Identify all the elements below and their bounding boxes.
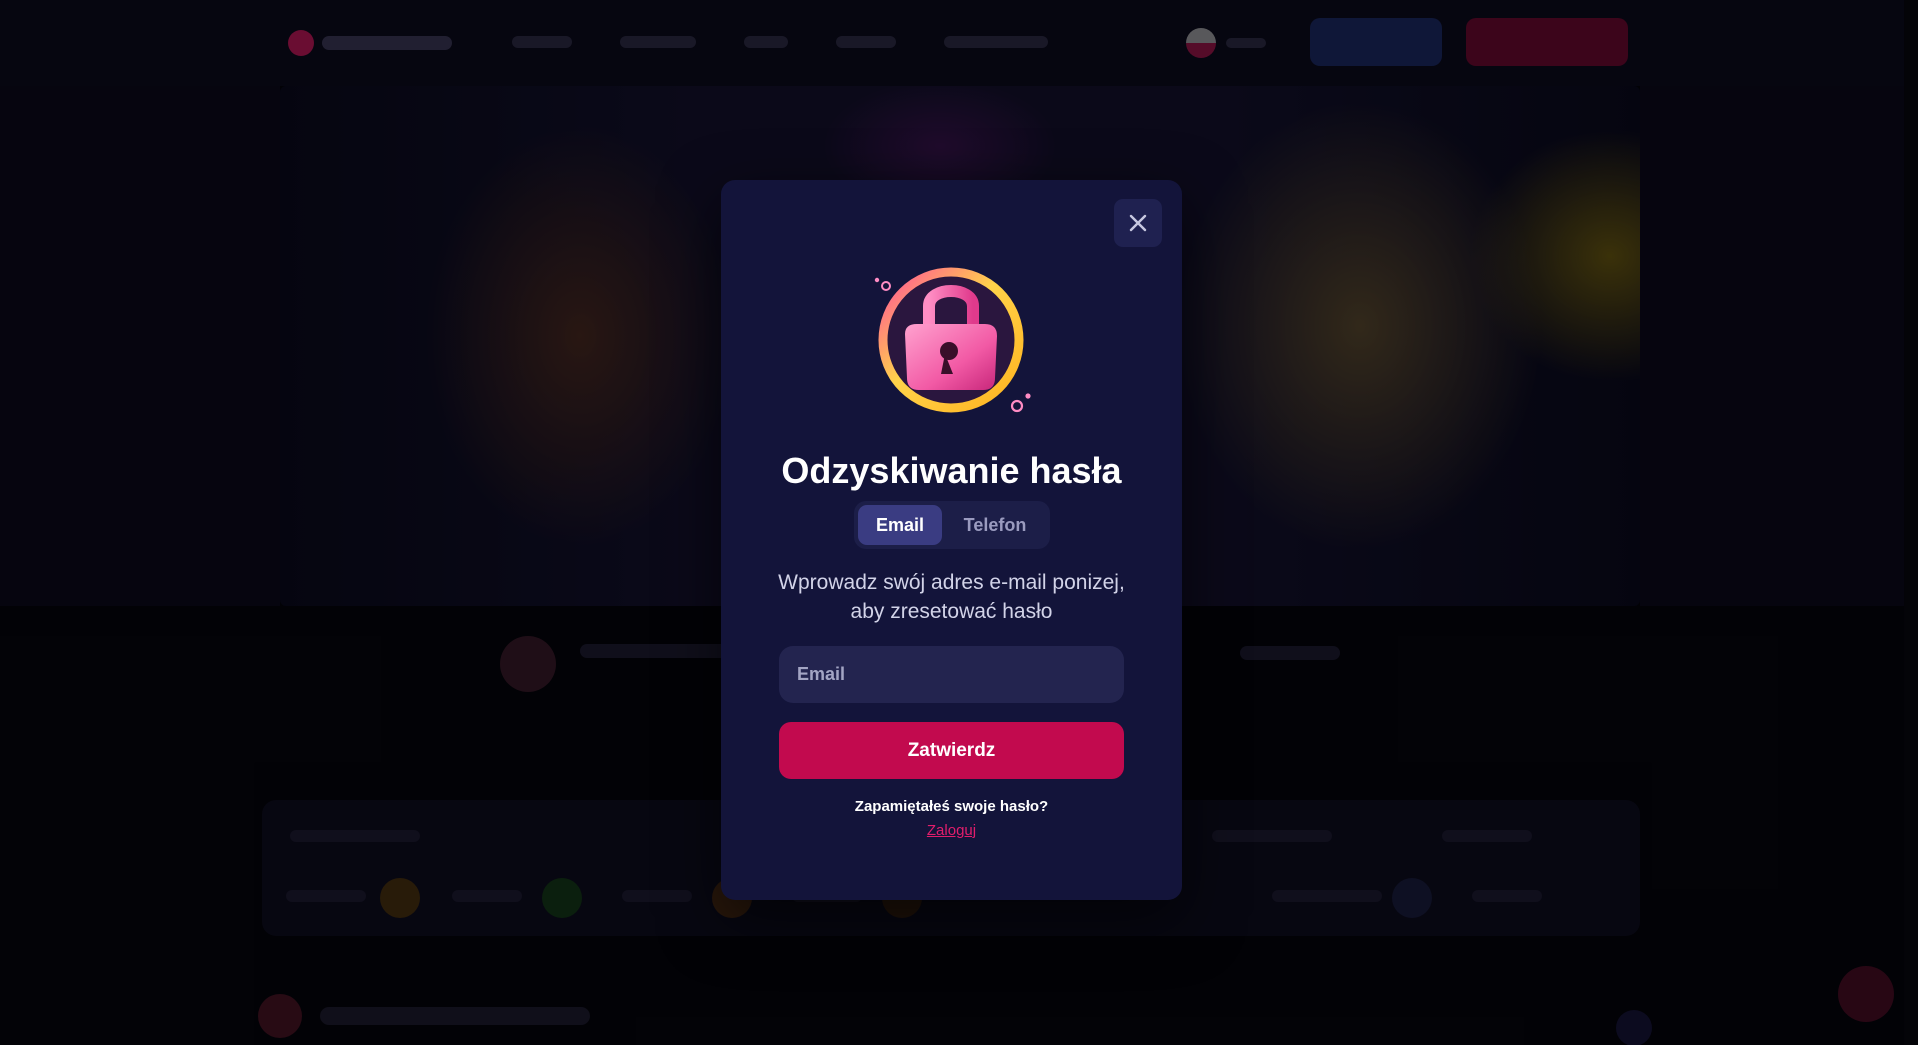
login-link[interactable]: Zaloguj: [927, 822, 976, 839]
close-icon: [1129, 214, 1147, 232]
modal-title: Odzyskiwanie hasła: [781, 450, 1122, 491]
tab-phone[interactable]: Telefon: [944, 505, 1046, 545]
password-recovery-modal: Odzyskiwanie hasła Email Telefon Wprowad…: [721, 180, 1182, 900]
submit-button[interactable]: Zatwierdz: [779, 722, 1124, 779]
padlock-icon: [874, 267, 1031, 413]
email-field[interactable]: [779, 646, 1124, 703]
close-button[interactable]: [1114, 199, 1162, 247]
recovery-method-tabs: Email Telefon: [854, 501, 1050, 549]
instructions-text: Wprowadz swój adres e-mail ponizej, aby …: [778, 571, 1125, 623]
remember-password-question: Zapamiętałeś swoje hasło?: [854, 798, 1049, 815]
tab-email[interactable]: Email: [858, 505, 942, 545]
